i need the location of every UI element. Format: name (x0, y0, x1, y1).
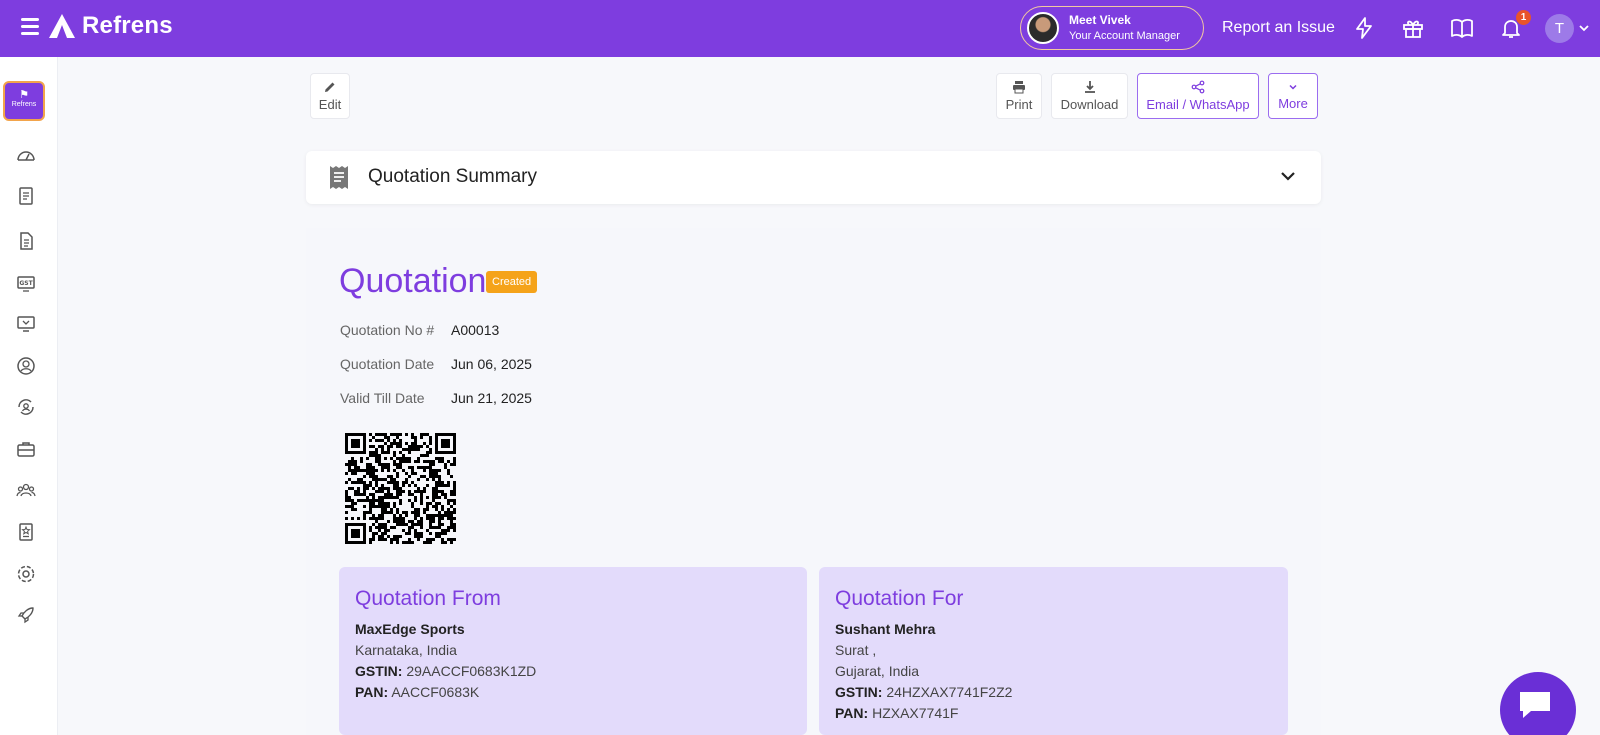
chat-button[interactable] (1500, 672, 1576, 735)
from-pan-label: PAN: (355, 684, 389, 700)
chat-bubble-icon (1520, 692, 1550, 718)
from-pan: AACCF0683K (391, 684, 480, 700)
print-button[interactable]: Print (996, 73, 1042, 119)
printer-icon (1013, 81, 1025, 94)
from-gstin-label: GSTIN: (355, 663, 403, 679)
client-location: Gujarat, India (835, 663, 920, 679)
receipt-icon (330, 166, 348, 189)
briefcase-icon[interactable] (16, 439, 36, 459)
qr-code-icon (345, 433, 456, 544)
report-icon[interactable] (16, 522, 36, 542)
book-icon[interactable] (1450, 16, 1474, 40)
print-button-label: Print (1005, 97, 1033, 112)
account-manager-name: Meet Vivek (1069, 13, 1131, 27)
sidebar-logo-text: Refrens (11, 101, 37, 108)
invoice-icon[interactable] (16, 186, 36, 206)
client-pan-label: PAN: (835, 705, 869, 721)
client-pan-row: PAN: HZXAX7741F (835, 703, 1272, 724)
client-pan: HZXAX7741F (872, 705, 959, 721)
team-icon[interactable] (16, 480, 36, 500)
notification-badge: 1 (1516, 10, 1531, 25)
contact-icon[interactable] (16, 356, 36, 376)
dashboard-icon[interactable] (16, 145, 36, 165)
edit-button[interactable]: Edit (310, 73, 350, 119)
quotation-no-value: A00013 (451, 322, 500, 338)
client-city: Surat , (835, 642, 877, 658)
from-pan-row: PAN: AACCF0683K (355, 682, 791, 703)
gst-label: GST (19, 280, 33, 287)
download-button[interactable]: Download (1051, 73, 1128, 119)
quotation-from-title: Quotation From (355, 587, 501, 610)
quotation-no-label: Quotation No # (340, 322, 435, 338)
account-manager-avatar (1027, 12, 1059, 44)
account-manager-role: Your Account Manager (1069, 30, 1180, 42)
from-business-name: MaxEdge Sports (355, 621, 465, 637)
download-button-label: Download (1060, 97, 1119, 112)
download-icon (1084, 81, 1095, 93)
lightning-icon[interactable] (1352, 16, 1376, 40)
quotation-for-panel: Quotation For Sushant Mehra Surat , Guja… (819, 567, 1288, 735)
valid-till-label: Valid Till Date (340, 390, 425, 406)
sidebar: ⚑ Refrens GST (0, 57, 58, 735)
report-issue-link[interactable]: Report an Issue (1222, 19, 1335, 37)
quotation-summary-accordion[interactable]: Quotation Summary (306, 151, 1321, 204)
quotation-title: Quotation (339, 262, 487, 300)
client-gstin-row: GSTIN: 24HZXAX7741F2Z2 (835, 682, 1272, 703)
refresh-user-icon[interactable] (16, 397, 36, 417)
gst-icon[interactable]: GST (16, 273, 36, 293)
refrens-logo-icon (49, 14, 75, 38)
from-gstin-row: GSTIN: 29AACCF0683K1ZD (355, 661, 791, 682)
share-icon (1191, 80, 1205, 94)
from-location: Karnataka, India (355, 642, 457, 658)
hamburger-menu-icon[interactable] (21, 18, 39, 36)
more-button-label: More (1278, 96, 1308, 111)
quotation-from-panel: Quotation From MaxEdge Sports Karnataka,… (339, 567, 807, 735)
client-name: Sushant Mehra (835, 621, 936, 637)
user-avatar[interactable]: T (1545, 14, 1574, 43)
brand-name: Refrens (82, 12, 173, 39)
quotation-date-value: Jun 06, 2025 (451, 356, 532, 372)
email-whatsapp-button-label: Email / WhatsApp (1146, 97, 1250, 112)
email-whatsapp-button[interactable]: Email / WhatsApp (1137, 73, 1259, 119)
rocket-icon[interactable] (16, 605, 36, 625)
client-gstin: 24HZXAX7741F2Z2 (886, 684, 1013, 700)
chevron-down-icon (1289, 84, 1297, 90)
client-gstin-label: GSTIN: (835, 684, 883, 700)
status-badge: Created (486, 271, 538, 293)
sidebar-business-logo[interactable]: ⚑ Refrens (3, 81, 45, 121)
document-icon[interactable] (16, 231, 36, 251)
gift-icon[interactable] (1401, 16, 1425, 40)
monitor-icon[interactable] (16, 314, 36, 334)
brand-logo[interactable]: Refrens (48, 12, 173, 40)
refrens-flag-icon: ⚑ (19, 89, 29, 101)
settings-icon[interactable] (16, 564, 36, 584)
pencil-icon (325, 82, 335, 92)
quotation-date-label: Quotation Date (340, 356, 435, 372)
chevron-down-icon[interactable] (1578, 22, 1590, 34)
from-gstin: 29AACCF0683K1ZD (406, 663, 537, 679)
valid-till-value: Jun 21, 2025 (451, 390, 532, 406)
more-button[interactable]: More (1268, 73, 1318, 119)
chevron-down-icon[interactable] (1279, 167, 1297, 185)
top-navigation-bar: Refrens Meet Vivek Your Account Manager … (0, 0, 1600, 57)
account-manager-button[interactable]: Meet Vivek Your Account Manager (1020, 6, 1204, 50)
quotation-for-title: Quotation For (835, 587, 964, 610)
edit-button-label: Edit (318, 97, 342, 112)
quotation-summary-title: Quotation Summary (368, 166, 537, 187)
